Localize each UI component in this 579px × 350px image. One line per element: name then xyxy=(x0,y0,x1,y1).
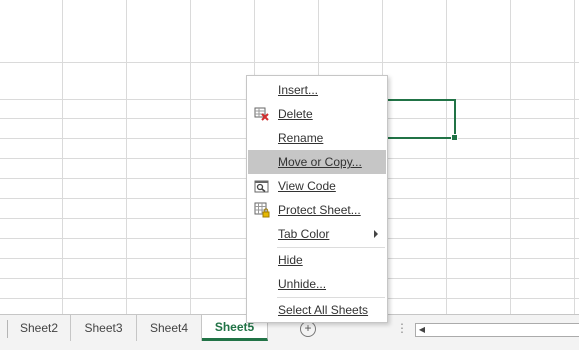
menu-item-label: Protect Sheet... xyxy=(278,203,361,217)
sheet-tab-sheet4[interactable]: Sheet4 xyxy=(137,315,202,341)
menu-item-label: Delete xyxy=(278,107,313,121)
selected-cell[interactable] xyxy=(386,99,458,141)
scroll-left-icon[interactable]: ◀ xyxy=(415,323,429,337)
delete-sheet-icon xyxy=(254,106,270,122)
fill-handle[interactable] xyxy=(451,134,458,141)
menu-item-label: Unhide... xyxy=(278,277,327,291)
menu-item-label: Move or Copy... xyxy=(278,155,362,169)
view-code-icon xyxy=(254,178,270,194)
menu-item-label: Insert... xyxy=(278,83,319,97)
tab-split-handle-icon[interactable]: ⋮ xyxy=(396,321,409,335)
grid-row-line xyxy=(0,62,579,63)
sheet-tab-sheet2[interactable]: Sheet2 xyxy=(8,315,71,341)
menu-item-view-code[interactable]: View Code xyxy=(248,174,386,198)
menu-item-insert[interactable]: Insert... xyxy=(248,78,386,102)
menu-item-label: Tab Color xyxy=(278,227,330,241)
add-sheet-icon[interactable]: + xyxy=(300,321,316,337)
menu-item-label: View Code xyxy=(278,179,336,193)
menu-item-delete[interactable]: Delete xyxy=(248,102,386,126)
menu-item-tab-color[interactable]: Tab Color xyxy=(248,222,386,246)
menu-item-rename[interactable]: Rename xyxy=(248,126,386,150)
menu-item-label: Rename xyxy=(278,131,324,145)
menu-item-label: Select All Sheets xyxy=(278,303,369,317)
submenu-arrow-icon xyxy=(374,230,378,238)
menu-item-protect-sheet[interactable]: Protect Sheet... xyxy=(248,198,386,222)
sheet-tab-sheet3[interactable]: Sheet3 xyxy=(71,315,137,341)
menu-item-unhide[interactable]: Unhide... xyxy=(248,272,386,296)
protect-sheet-icon xyxy=(254,202,270,218)
horizontal-scrollbar[interactable] xyxy=(428,323,579,337)
menu-item-hide[interactable]: Hide xyxy=(248,248,386,272)
menu-item-label: Hide xyxy=(278,253,303,267)
menu-item-select-all-sheets[interactable]: Select All Sheets xyxy=(248,298,386,322)
sheet-context-menu: Insert... Delete Rename Move or Copy... xyxy=(246,75,388,323)
menu-item-move-or-copy[interactable]: Move or Copy... xyxy=(248,150,386,174)
